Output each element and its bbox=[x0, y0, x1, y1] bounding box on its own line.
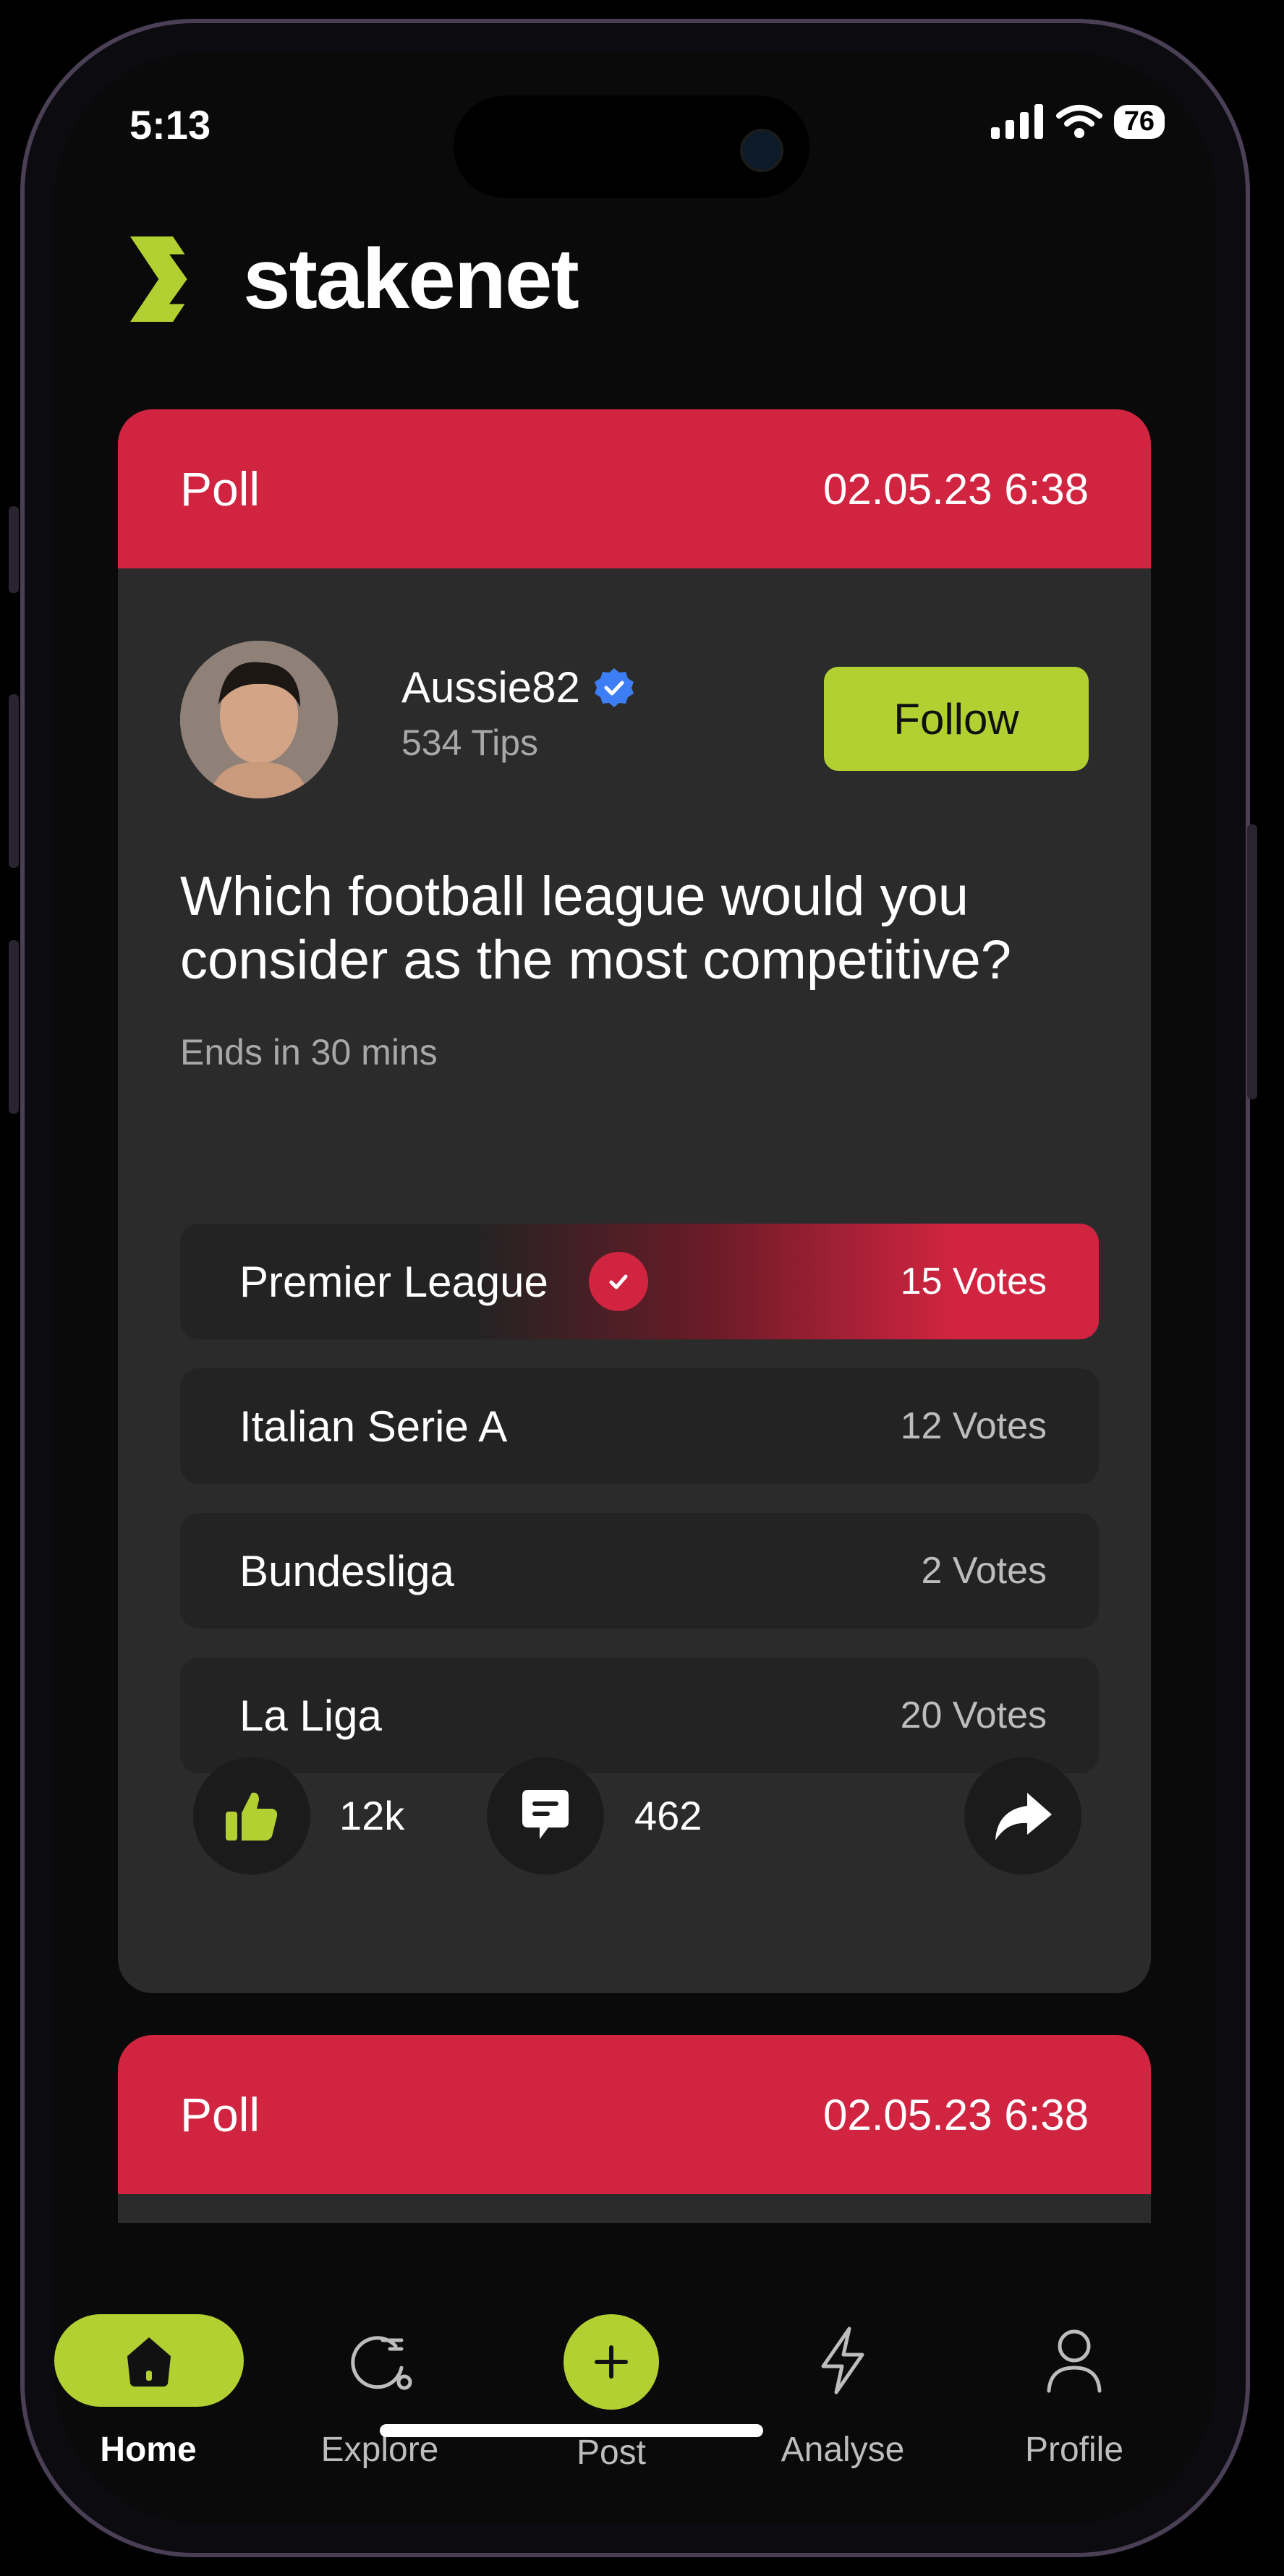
nav-home[interactable]: Home bbox=[54, 2314, 244, 2470]
nav-label: Post bbox=[576, 2434, 647, 2472]
explore-icon bbox=[351, 2336, 412, 2390]
poll-option-bundesliga[interactable]: Bundesliga 2 Votes bbox=[180, 1513, 1099, 1629]
comment-count: 462 bbox=[634, 1793, 702, 1838]
option-label: Bundesliga bbox=[239, 1546, 454, 1595]
wifi-icon bbox=[1055, 105, 1102, 138]
power-button bbox=[1247, 824, 1257, 1099]
avatar-portrait-icon bbox=[180, 641, 338, 798]
share-arrow-icon bbox=[995, 1793, 1052, 1841]
like-button[interactable] bbox=[193, 1757, 310, 1875]
option-votes: 20 Votes bbox=[900, 1694, 1047, 1736]
user-name[interactable]: Aussie82 bbox=[401, 662, 580, 712]
poll-option-italian-serie-a[interactable]: Italian Serie A 12 Votes bbox=[180, 1368, 1099, 1484]
camera-icon bbox=[740, 129, 783, 172]
user-row: Aussie82 534 Tips Follow bbox=[180, 641, 1089, 800]
option-votes: 2 Votes bbox=[921, 1550, 1047, 1592]
nav-label: Profile bbox=[1024, 2431, 1124, 2469]
poll-option-premier-league[interactable]: Premier League 15 Votes bbox=[180, 1224, 1099, 1339]
comment-button[interactable] bbox=[487, 1757, 604, 1875]
nav-analyse[interactable]: Analyse bbox=[749, 2314, 937, 2470]
option-label: Italian Serie A bbox=[239, 1402, 508, 1451]
option-votes: 12 Votes bbox=[900, 1405, 1047, 1447]
poll-question: Which football league would you consider… bbox=[180, 866, 1011, 991]
poll-card: Poll 02.05.23 6:38 Aussie82 534 Tips Fol… bbox=[118, 409, 1151, 1993]
poll-date: 02.05.23 6:38 bbox=[822, 2090, 1089, 2139]
status-icons: 76 bbox=[990, 104, 1165, 139]
logo-icon bbox=[130, 236, 205, 322]
plus-icon bbox=[595, 2345, 628, 2379]
volume-up-button bbox=[9, 694, 19, 868]
like-count: 12k bbox=[339, 1793, 405, 1838]
nav-profile[interactable]: Profile bbox=[980, 2314, 1168, 2470]
option-label: La Liga bbox=[239, 1691, 382, 1740]
user-tips: 534 Tips bbox=[401, 722, 539, 763]
thumbs-up-icon bbox=[226, 1792, 278, 1841]
check-icon bbox=[588, 1252, 648, 1311]
app-screen: 5:13 76 stakenet Poll 02.05.23 6:38 Auss… bbox=[54, 43, 1215, 2531]
follow-button[interactable]: Follow bbox=[824, 667, 1089, 771]
nav-post[interactable]: Post bbox=[517, 2314, 705, 2473]
poll-ends-in: Ends in 30 mins bbox=[180, 1032, 438, 1072]
poll-card-header: Poll 02.05.23 6:38 bbox=[118, 2035, 1151, 2194]
avatar[interactable] bbox=[180, 641, 338, 798]
status-time: 5:13 bbox=[129, 102, 211, 148]
option-label: Premier League bbox=[239, 1257, 548, 1306]
poll-date: 02.05.23 6:38 bbox=[822, 464, 1089, 513]
option-votes: 15 Votes bbox=[900, 1261, 1047, 1302]
poll-actions: 12k 462 bbox=[180, 1757, 1099, 1880]
nav-label: Analyse bbox=[781, 2431, 905, 2469]
battery-indicator: 76 bbox=[1113, 104, 1165, 139]
signal-icon bbox=[990, 104, 1043, 139]
dynamic-island bbox=[454, 95, 809, 198]
bottom-nav: Home Explore Post Analyse Profile bbox=[54, 2256, 1215, 2495]
comment-icon bbox=[522, 1790, 569, 1839]
nav-explore[interactable]: Explore bbox=[286, 2314, 474, 2470]
poll-label: Poll bbox=[180, 462, 260, 516]
verified-badge-icon bbox=[594, 668, 634, 707]
mute-switch bbox=[9, 506, 19, 593]
home-icon bbox=[127, 2337, 171, 2387]
share-button[interactable] bbox=[964, 1757, 1081, 1875]
poll-card-header: Poll 02.05.23 6:38 bbox=[118, 409, 1151, 568]
volume-down-button bbox=[9, 940, 19, 1114]
nav-label: Home bbox=[100, 2431, 197, 2469]
brand-name: stakenet bbox=[243, 231, 579, 327]
poll-label: Poll bbox=[180, 2088, 260, 2141]
poll-option-la-liga[interactable]: La Liga 20 Votes bbox=[180, 1658, 1099, 1773]
home-indicator[interactable] bbox=[380, 2424, 763, 2437]
status-bar: 5:13 76 bbox=[69, 43, 1215, 198]
brand: stakenet bbox=[130, 230, 579, 328]
person-icon bbox=[1047, 2329, 1102, 2393]
poll-card-next: Poll 02.05.23 6:38 bbox=[118, 2035, 1151, 2223]
lightning-icon bbox=[821, 2326, 864, 2394]
user-name-row: Aussie82 bbox=[401, 662, 635, 712]
